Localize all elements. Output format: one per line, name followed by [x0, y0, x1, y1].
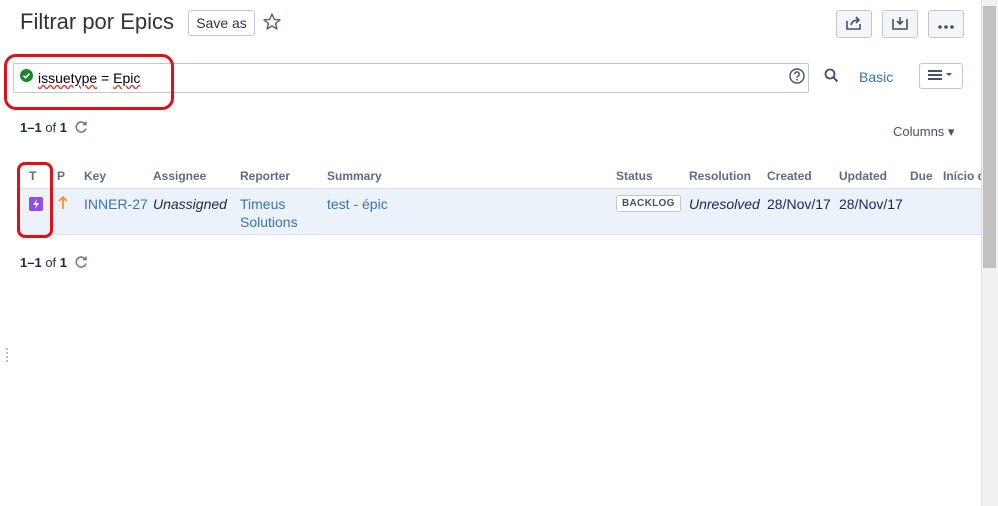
col-header-status[interactable]: Status: [616, 169, 653, 183]
epic-type-icon[interactable]: [29, 197, 43, 216]
list-view-menu-button[interactable]: [919, 63, 963, 89]
col-header-type[interactable]: T: [29, 169, 36, 183]
jql-value: Epic: [113, 70, 141, 86]
more-icon: [938, 16, 954, 32]
export-icon: [892, 16, 908, 33]
refresh-icon[interactable]: [74, 255, 88, 274]
basic-mode-link[interactable]: Basic: [859, 69, 893, 85]
reporter-line2: Solutions: [240, 214, 298, 230]
summary-link[interactable]: test - épic: [327, 196, 388, 212]
updated-value: 28/Nov/17: [839, 196, 903, 212]
page-title: Filtrar por Epics: [20, 9, 175, 34]
issue-key-link[interactable]: INNER-27: [84, 196, 148, 212]
help-icon[interactable]: [789, 68, 805, 89]
jql-operator: =: [97, 70, 114, 86]
jql-field: issuetype: [38, 70, 98, 86]
col-header-due[interactable]: Due: [910, 169, 933, 183]
reporter-line1: Timeus: [240, 196, 286, 212]
created-value: 28/Nov/17: [767, 196, 831, 212]
pager-top: 1–1 of 1: [20, 120, 68, 135]
scrollbar-thumb[interactable]: [983, 6, 996, 268]
valid-check-icon: [20, 69, 33, 87]
col-header-updated[interactable]: Updated: [839, 169, 887, 183]
columns-dropdown[interactable]: Columns ▾: [893, 124, 954, 140]
star-icon[interactable]: [262, 12, 282, 32]
col-header-reporter[interactable]: Reporter: [240, 169, 290, 183]
col-header-extra[interactable]: Início d: [943, 169, 981, 183]
resolution-value: Unresolved: [689, 196, 760, 212]
col-header-priority[interactable]: P: [57, 169, 65, 183]
reporter-link[interactable]: Timeus Solutions: [240, 195, 298, 231]
col-header-key[interactable]: Key: [84, 169, 106, 183]
more-actions-button[interactable]: [928, 10, 964, 38]
export-button[interactable]: [882, 10, 918, 38]
search-icon[interactable]: [824, 68, 839, 88]
save-as-button[interactable]: Save as: [188, 10, 255, 36]
col-header-summary[interactable]: Summary: [327, 169, 382, 183]
chevron-down-icon: ▾: [947, 124, 955, 139]
jql-query-text[interactable]: issuetype = Epic: [38, 70, 140, 86]
list-menu-icon: [928, 68, 954, 84]
col-header-created[interactable]: Created: [767, 169, 812, 183]
share-icon: [846, 15, 862, 33]
assignee-value: Unassigned: [153, 196, 227, 212]
refresh-icon[interactable]: [74, 120, 88, 139]
sidebar-resize-handle[interactable]: [6, 348, 8, 362]
pager-bottom: 1–1 of 1: [20, 255, 68, 270]
col-header-assignee[interactable]: Assignee: [153, 169, 206, 183]
share-button[interactable]: [836, 10, 872, 38]
status-badge: BACKLOG: [616, 195, 681, 212]
col-header-resolution[interactable]: Resolution: [689, 169, 751, 183]
priority-arrow-icon: [58, 195, 68, 215]
